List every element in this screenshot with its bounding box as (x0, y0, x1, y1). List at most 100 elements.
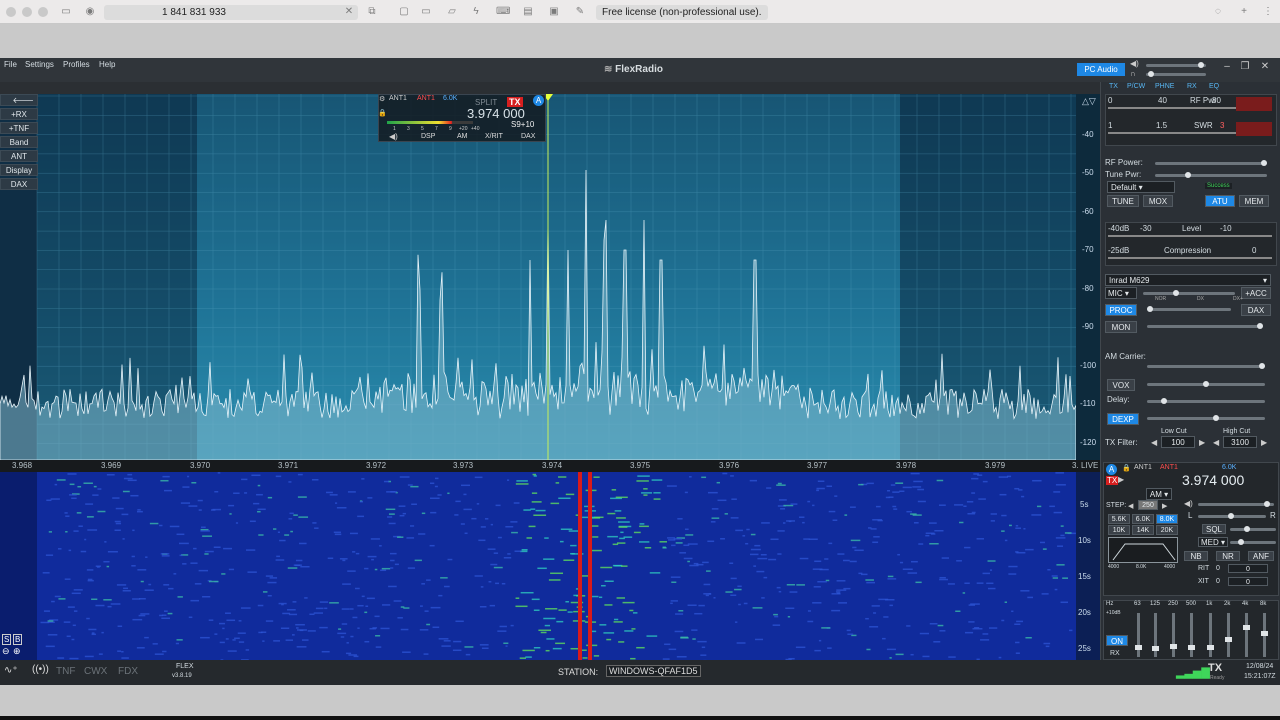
menu-help[interactable]: Help (99, 60, 115, 69)
vox-button[interactable]: VOX (1107, 379, 1135, 391)
mem-button[interactable]: MEM (1239, 195, 1269, 207)
agc-select[interactable]: MED ▾ (1198, 537, 1228, 547)
tab-eq[interactable]: EQ (1209, 82, 1219, 92)
tab-tx[interactable]: TX (1109, 82, 1118, 92)
filter-6-0k[interactable]: 6.0K (1132, 514, 1154, 524)
tx-profile-select[interactable]: Default ▾ (1107, 181, 1175, 193)
tab-ant[interactable]: ANT (0, 150, 38, 162)
receiver-rx-antenna[interactable]: ANT1 (1134, 464, 1152, 471)
mic-profile-select[interactable]: Inrad M629 ▾ (1105, 274, 1271, 286)
low-cut-field[interactable]: 100 (1161, 436, 1195, 448)
pc-audio-button[interactable]: PC Audio (1077, 63, 1125, 76)
collapse-tabs-icon[interactable]: 🡐 (0, 94, 38, 106)
tab-dax[interactable]: DAX (0, 178, 38, 190)
eq-slider-knob[interactable] (1243, 625, 1250, 630)
minimize-window-icon[interactable] (22, 7, 32, 17)
rit-value[interactable]: 0 (1216, 565, 1220, 572)
filter-10k[interactable]: 10K (1108, 525, 1130, 535)
atu-button[interactable]: ATU (1205, 195, 1235, 207)
speaker-icon[interactable]: ◀) (1130, 59, 1139, 68)
eq-slider-knob[interactable] (1152, 646, 1159, 651)
proc-slider[interactable] (1147, 306, 1231, 312)
agc-threshold-slider[interactable] (1230, 539, 1276, 545)
slice-audio-icon[interactable]: ◀) (389, 132, 398, 141)
eq-slider-knob[interactable] (1135, 645, 1142, 650)
close-window-icon[interactable] (6, 7, 16, 17)
tx-dax-button[interactable]: DAX (1241, 304, 1271, 316)
slice-mode-button[interactable]: AM (457, 133, 468, 140)
step-decrease-icon[interactable]: ◀ (1128, 502, 1133, 510)
frequency-axis[interactable]: 3.968 3.969 3.970 3.971 3.972 3.973 3.97… (0, 460, 1100, 472)
zoom-window-icon[interactable] (38, 7, 48, 17)
receiver-volume-icon[interactable]: ◀) (1184, 499, 1193, 508)
scale-up-icon[interactable]: △▽ (1082, 96, 1096, 107)
receiver-tx-antenna[interactable]: ANT1 (1160, 464, 1178, 471)
tnf-indicator[interactable]: TNF (56, 666, 75, 677)
mox-button[interactable]: MOX (1143, 195, 1173, 207)
share-icon[interactable]: ⧉ (366, 6, 378, 18)
filter-shape-display[interactable] (1108, 537, 1178, 563)
pen-icon[interactable]: ✎ (574, 6, 586, 18)
minimize-icon[interactable]: – (1220, 61, 1234, 73)
receiver-frequency[interactable]: 3.974 000 (1182, 472, 1244, 488)
close-icon[interactable]: ✕ (343, 6, 355, 18)
master-volume-slider[interactable] (1146, 62, 1206, 68)
rf-power-slider[interactable] (1155, 160, 1267, 166)
rit-label[interactable]: RIT (1198, 565, 1209, 572)
vox-delay-slider[interactable] (1147, 398, 1265, 404)
slice-dax-button[interactable]: DAX (521, 133, 535, 140)
receiver-volume-slider[interactable] (1198, 501, 1274, 507)
slice-flag[interactable]: ⚙ ANT1 ANT1 6.0K SPLIT TX A 3.974 000 🔒 … (378, 94, 546, 142)
eq-slider-2k[interactable] (1225, 613, 1232, 657)
tab-phne[interactable]: PHNE (1155, 82, 1174, 92)
high-cut-decrease-icon[interactable]: ◀ (1213, 438, 1219, 447)
acc-button[interactable]: +ACC (1241, 287, 1271, 299)
eq-slider-8k[interactable] (1261, 613, 1268, 657)
lightning-icon[interactable]: ϟ (470, 6, 482, 18)
waterfall[interactable]: 5s 10s 15s 20s 25s S B ⊖ ⊕ (0, 472, 1100, 660)
rit-field[interactable]: 0 (1228, 564, 1268, 573)
s-button[interactable]: S (2, 634, 12, 645)
more-icon[interactable]: ⋮ (1262, 6, 1274, 18)
headphone-icon[interactable]: ∩ (1130, 69, 1136, 78)
slice-dsp-button[interactable]: DSP (421, 133, 435, 140)
zoom-out-icon[interactable]: ⊖ (2, 646, 10, 657)
filter-5-6k[interactable]: 5.6K (1108, 514, 1130, 524)
am-carrier-slider[interactable] (1147, 363, 1265, 369)
squelch-button[interactable]: SQL (1202, 524, 1226, 534)
slice-frequency[interactable]: 3.974 000 (467, 106, 525, 121)
mic-level-slider[interactable] (1143, 290, 1235, 296)
nr-button[interactable]: NR (1216, 551, 1240, 561)
slice-xrit-button[interactable]: X/RIT (485, 133, 503, 140)
proc-button[interactable]: PROC (1105, 304, 1137, 316)
tab-band[interactable]: Band (0, 136, 38, 148)
vox-level-slider[interactable] (1147, 381, 1265, 387)
xit-field[interactable]: 0 (1228, 577, 1268, 586)
low-cut-decrease-icon[interactable]: ◀ (1151, 438, 1157, 447)
eq-slider-125[interactable] (1152, 613, 1159, 657)
fdx-indicator[interactable]: FDX (118, 666, 138, 677)
receiver-play-icon[interactable]: ▶ (1118, 475, 1124, 484)
high-cut-field[interactable]: 3100 (1223, 436, 1257, 448)
eq-on-button[interactable]: ON (1106, 635, 1128, 646)
display-icon[interactable]: ▣ (548, 6, 560, 18)
layers-icon[interactable]: ▤ (522, 6, 534, 18)
tab-add-tnf[interactable]: +TNF (0, 122, 38, 134)
chat-icon[interactable]: ▱ (446, 6, 458, 18)
shield-icon[interactable]: ◉ (84, 6, 96, 18)
lock-icon[interactable]: 🔒 (378, 109, 387, 117)
eq-slider-1k[interactable] (1207, 613, 1214, 657)
anf-button[interactable]: ANF (1248, 551, 1274, 561)
wireless-icon[interactable]: ((•)) (32, 664, 49, 675)
tune-power-slider[interactable] (1155, 172, 1267, 178)
menu-profiles[interactable]: Profiles (63, 60, 90, 69)
filter-14k[interactable]: 14K (1132, 525, 1154, 535)
station-name[interactable]: WINDOWS-QFAF1D5 (606, 665, 701, 677)
menu-settings[interactable]: Settings (25, 60, 54, 69)
maximize-icon[interactable]: ❐ (1238, 61, 1252, 73)
slice-rx-antenna[interactable]: ANT1 (389, 95, 407, 102)
low-cut-increase-icon[interactable]: ▶ (1199, 438, 1205, 447)
step-increase-icon[interactable]: ▶ (1162, 502, 1167, 510)
eq-slider-knob[interactable] (1261, 631, 1268, 636)
eq-slider-knob[interactable] (1170, 644, 1177, 649)
